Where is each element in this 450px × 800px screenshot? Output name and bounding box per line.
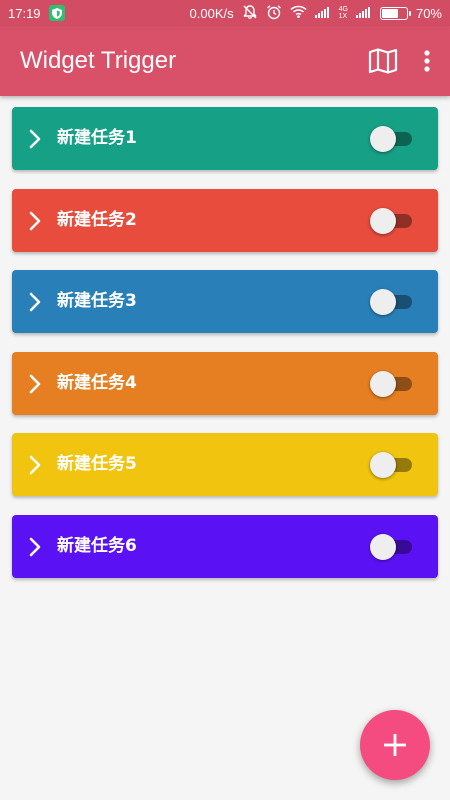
task-card[interactable]: 新建任务3 — [12, 270, 438, 333]
wifi-icon — [290, 5, 307, 21]
task-card[interactable]: 新建任务5 — [12, 433, 438, 496]
status-right: 0.00K/s 4G 1X 70% — [190, 4, 442, 23]
task-card[interactable]: 新建任务2 — [12, 188, 438, 252]
task-list: 新建任务1 新建任务2 新建任务3 新建任务4 新建任务5 新建任务6 — [12, 107, 438, 596]
plus-icon — [384, 734, 406, 756]
task-label: 新建任务2 — [57, 209, 137, 230]
net-speed: 0.00K/s — [189, 5, 234, 21]
task-card[interactable]: 新建任务4 — [12, 351, 438, 415]
map-icon[interactable] — [368, 48, 398, 74]
add-task-button[interactable] — [360, 710, 430, 780]
toggle-thumb — [370, 126, 396, 152]
task-label: 新建任务4 — [57, 372, 137, 393]
battery-fill — [381, 8, 399, 18]
task-toggle-switch[interactable] — [370, 533, 412, 560]
network-type-bottom: 1X — [338, 13, 348, 20]
more-vert-icon[interactable] — [424, 50, 430, 72]
task-label: 新建任务1 — [57, 128, 137, 148]
signal-icon-2 — [355, 6, 372, 21]
chevron-right-icon — [29, 537, 41, 556]
task-card[interactable]: 新建任务1 — [12, 107, 438, 170]
chevron-right-icon — [29, 455, 41, 475]
task-toggle-switch[interactable] — [370, 126, 412, 152]
toggle-thumb — [370, 452, 396, 478]
task-toggle-switch[interactable] — [370, 452, 412, 478]
toggle-thumb — [370, 533, 396, 560]
task-label: 新建任务5 — [57, 454, 137, 474]
status-left: 17:19 — [8, 5, 65, 21]
alarm-clock-icon — [266, 4, 282, 23]
security-shield-icon — [48, 5, 65, 21]
status-time: 17:19 — [8, 5, 41, 21]
task-toggle-switch[interactable] — [370, 370, 412, 397]
task-toggle-switch[interactable] — [370, 207, 412, 234]
signal-icon — [314, 6, 331, 21]
toggle-thumb — [370, 289, 396, 315]
task-label: 新建任务6 — [57, 535, 137, 556]
task-label: 新建任务3 — [57, 291, 137, 311]
toggle-thumb — [370, 370, 396, 397]
battery-icon — [379, 6, 411, 20]
chevron-right-icon — [29, 292, 41, 312]
battery-percent: 70% — [415, 5, 442, 21]
notification-muted-icon — [242, 4, 258, 23]
app-bar: Widget Trigger — [0, 26, 450, 96]
chevron-right-icon — [29, 129, 41, 149]
chevron-right-icon — [29, 211, 41, 230]
task-toggle-switch[interactable] — [370, 289, 412, 315]
network-type-top: 4G — [338, 6, 348, 13]
chevron-right-icon — [29, 374, 41, 393]
task-card[interactable]: 新建任务6 — [12, 514, 438, 578]
status-bar: 17:19 0.00K/s 4G 1X 70% — [0, 0, 450, 26]
network-type: 4G 1X — [339, 6, 348, 20]
app-title: Widget Trigger — [20, 47, 177, 74]
app-actions — [368, 48, 430, 74]
toggle-thumb — [370, 207, 396, 234]
